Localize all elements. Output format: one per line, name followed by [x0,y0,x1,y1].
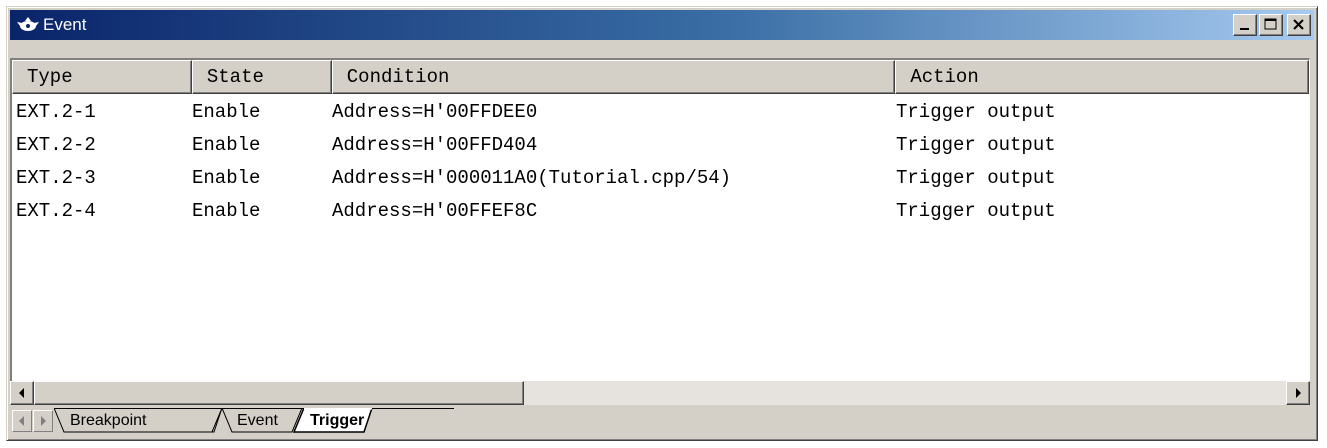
maximize-button[interactable] [1259,14,1283,36]
cell-condition: Address=H'00FFDEE0 [332,101,538,123]
table-row[interactable]: EXT.2-2 Enable Address=H'00FFD404 Trigge… [12,129,1309,162]
arrow-left-icon [19,416,24,426]
arrow-right-icon [41,416,46,426]
cell-type: EXT.2-4 [16,200,96,222]
scroll-thumb[interactable] [34,381,524,405]
scroll-right-button[interactable] [1286,381,1310,405]
tab-breakpoint[interactable]: Breakpoint [70,411,147,431]
tab-event[interactable]: Event [237,411,278,431]
arrow-right-icon [1296,388,1301,398]
cell-type: EXT.2-3 [16,167,96,189]
list-header: Type State Condition Action [12,60,1309,94]
table-row[interactable]: EXT.2-3 Enable Address=H'000011A0(Tutori… [12,162,1309,195]
column-header-state[interactable]: State [191,60,332,94]
cell-state: Enable [192,101,261,123]
column-header-type[interactable]: Type [12,60,192,94]
minimize-button[interactable] [1233,14,1257,36]
horizontal-scrollbar[interactable] [10,381,1310,405]
cell-type: EXT.2-1 [16,101,96,123]
cell-action: Trigger output [896,167,1056,189]
cell-action: Trigger output [896,134,1056,156]
cell-condition: Address=H'00FFD404 [332,134,538,156]
event-icon [17,17,39,31]
minimize-icon [1240,28,1249,30]
cell-state: Enable [192,167,261,189]
title-bar[interactable]: Event [10,10,1314,40]
cell-type: EXT.2-2 [16,134,96,156]
cell-state: Enable [192,134,261,156]
table-row[interactable]: EXT.2-1 Enable Address=H'00FFDEE0 Trigge… [12,96,1309,129]
close-icon [1293,19,1304,30]
column-header-condition[interactable]: Condition [331,60,896,94]
close-button[interactable] [1287,14,1311,36]
arrow-left-icon [19,388,24,398]
cell-action: Trigger output [896,200,1056,222]
event-window: Event Type State Condition Action EXT.2-… [6,6,1318,441]
tab-scroll-right-button[interactable] [33,410,53,432]
table-row[interactable]: EXT.2-4 Enable Address=H'00FFEF8C Trigge… [12,195,1309,228]
cell-state: Enable [192,200,261,222]
event-list[interactable]: Type State Condition Action EXT.2-1 Enab… [10,58,1310,394]
maximize-icon [1264,18,1277,30]
window-title: Event [43,15,87,34]
scroll-left-button[interactable] [10,381,34,405]
column-header-action[interactable]: Action [895,60,1309,94]
cell-condition: Address=H'00FFEF8C [332,200,538,222]
cell-action: Trigger output [896,101,1056,123]
cell-condition: Address=H'000011A0(Tutorial.cpp/54) [332,167,732,189]
sheet-tab-bar: Breakpoint Event Trigger [10,408,1310,434]
tab-scroll-left-button[interactable] [12,410,32,432]
tab-trigger[interactable]: Trigger [310,411,364,431]
